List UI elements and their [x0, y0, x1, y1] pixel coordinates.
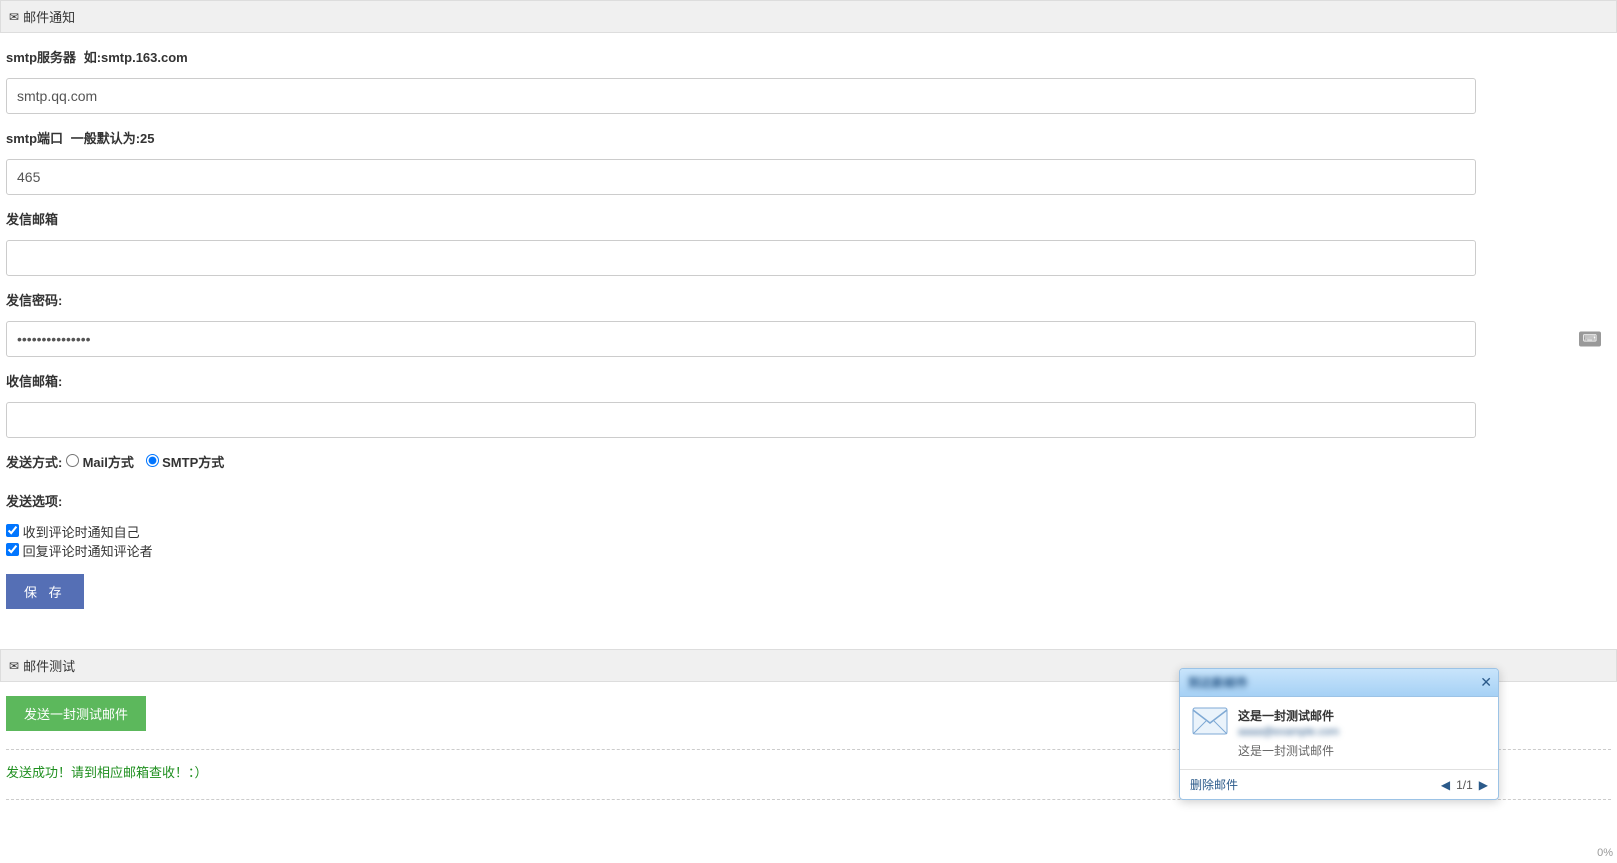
form-group-send-method: 发送方式: Mail方式 SMTP方式	[6, 452, 1611, 477]
mail-icon: ✉	[9, 10, 19, 24]
notif-page: 1/1	[1456, 778, 1473, 792]
send-method-smtp-label: SMTP方式	[162, 455, 224, 470]
envelope-icon	[1192, 707, 1228, 735]
option-notify-self-label: 收到评论时通知自己	[23, 525, 140, 540]
pager-prev-icon[interactable]: ◀	[1441, 778, 1450, 792]
sender-email-label: 发信邮箱	[6, 209, 58, 228]
smtp-port-label: smtp端口	[6, 128, 63, 147]
receiver-email-input[interactable]	[6, 402, 1476, 438]
form-group-sender-email: 发信邮箱	[6, 209, 1611, 276]
sender-password-input[interactable]	[6, 321, 1476, 357]
form-group-smtp-port: smtp端口 一般默认为:25	[6, 128, 1611, 195]
close-icon[interactable]: ✕	[1480, 674, 1492, 691]
notif-title: 这是一封测试邮件	[1238, 707, 1486, 724]
smtp-server-label: smtp服务器	[6, 47, 76, 66]
notif-sender: aaaa@example.com	[1238, 726, 1486, 738]
smtp-server-input[interactable]	[6, 78, 1476, 114]
notif-delete-button[interactable]: 删除邮件	[1190, 776, 1238, 793]
notif-pager: ◀ 1/1 ▶	[1441, 778, 1488, 792]
notif-header: 到达新邮件 ✕	[1180, 669, 1498, 697]
send-test-button[interactable]: 发送一封测试邮件	[6, 696, 146, 731]
smtp-port-hint: 一般默认为:25	[71, 131, 155, 146]
save-button[interactable]: 保 存	[6, 574, 84, 609]
notif-body[interactable]: 这是一封测试邮件 aaaa@example.com 这是一封测试邮件	[1180, 697, 1498, 769]
section-header-notify: ✉ 邮件通知	[0, 0, 1617, 33]
sender-password-label: 发信密码:	[6, 290, 62, 309]
option-notify-self-checkbox[interactable]	[6, 524, 19, 537]
zoom-indicator: 0%	[1597, 847, 1613, 859]
option-notify-commenter-checkbox[interactable]	[6, 543, 19, 556]
send-method-mail-label: Mail方式	[83, 455, 134, 470]
notif-footer: 删除邮件 ◀ 1/1 ▶	[1180, 769, 1498, 799]
send-method-label: 发送方式:	[6, 452, 62, 471]
mail-notification-popup: 到达新邮件 ✕ 这是一封测试邮件 aaaa@example.com 这是一封测试…	[1179, 668, 1499, 800]
send-method-smtp-radio[interactable]	[146, 454, 159, 467]
form-group-receiver-email: 收信邮箱:	[6, 371, 1611, 438]
section-title-test: 邮件测试	[23, 656, 75, 675]
notif-header-title: 到达新邮件	[1188, 674, 1248, 691]
section-title-notify: 邮件通知	[23, 7, 75, 26]
pager-next-icon[interactable]: ▶	[1479, 778, 1488, 792]
keyboard-icon: ⌨	[1579, 332, 1601, 347]
sender-email-input[interactable]	[6, 240, 1476, 276]
send-method-mail-radio[interactable]	[66, 454, 79, 467]
send-options-label: 发送选项:	[6, 491, 62, 510]
form-group-sender-password: 发信密码: ⌨	[6, 290, 1611, 357]
notif-preview: 这是一封测试邮件	[1238, 742, 1486, 759]
smtp-server-hint: 如:smtp.163.com	[84, 50, 188, 65]
mail-icon: ✉	[9, 659, 19, 673]
receiver-email-label: 收信邮箱:	[6, 371, 62, 390]
form-group-send-options: 发送选项: 收到评论时通知自己 回复评论时通知评论者	[6, 491, 1611, 560]
section-body-notify: smtp服务器 如:smtp.163.com smtp端口 一般默认为:25 发…	[0, 33, 1617, 629]
smtp-port-input[interactable]	[6, 159, 1476, 195]
form-group-smtp-server: smtp服务器 如:smtp.163.com	[6, 47, 1611, 114]
option-notify-commenter-label: 回复评论时通知评论者	[23, 544, 153, 559]
